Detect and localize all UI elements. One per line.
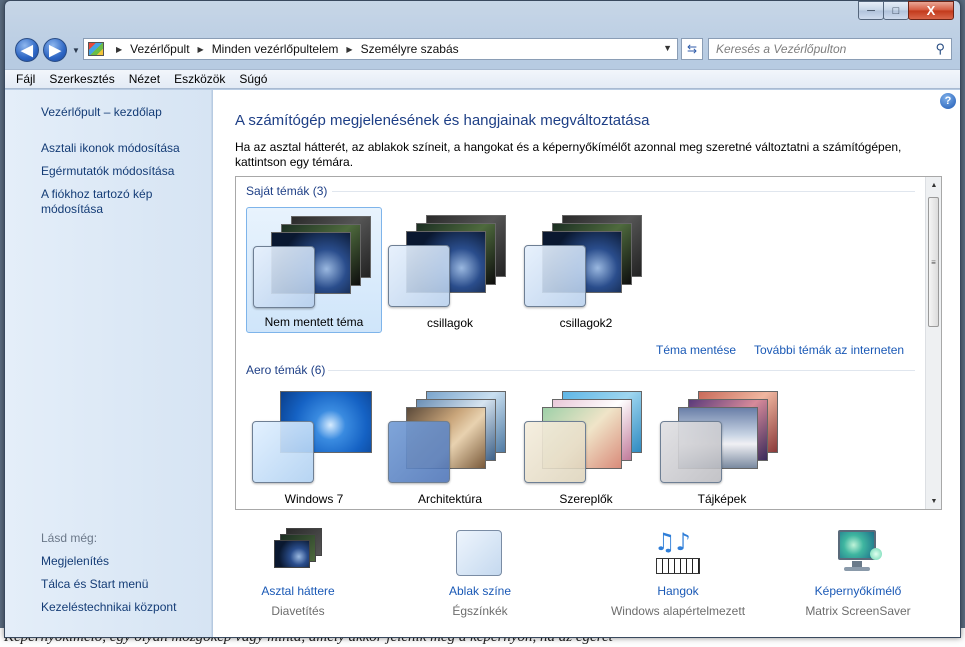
theme-label: Szereplők [559,492,613,506]
breadcrumb-control-panel[interactable]: Vezérlőpult [130,42,189,56]
theme-windows-7[interactable]: Windows 7 [246,383,382,509]
minimize-button[interactable]: ─ [858,1,884,20]
menu-edit[interactable]: Szerkesztés [49,72,114,86]
desktop-background-value: Diavetítés [271,604,325,618]
theme-list-scrollbar[interactable]: ▲ ≡ ▼ [925,177,941,509]
search-placeholder: Keresés a Vezérlőpulton [716,42,847,56]
address-bar[interactable]: ▶ Vezérlőpult ▶ Minden vezérlőpultelem ▶… [83,38,678,60]
sidebar-mouse-pointers-link[interactable]: Egérmutatók módosítása [41,164,174,179]
sidebar: Vezérlőpult – kezdőlap Asztali ikonok mó… [5,90,212,637]
desktop-background-icon[interactable] [272,528,324,576]
sidebar-desktop-icons-link[interactable]: Asztali ikonok módosítása [41,141,180,156]
control-panel-icon [88,42,104,56]
window-color-swatch [524,245,586,307]
page-description: Ha az asztal hátterét, az ablakok színei… [235,140,902,169]
sounds-setting[interactable]: ♫♪ Hangok Windows alapértelmezett [603,528,753,618]
sidebar-account-picture-link[interactable]: A fiókhoz tartozó kép módosítása [41,187,181,217]
more-themes-online-link[interactable]: További témák az interneten [754,343,904,357]
screensaver-value: Matrix ScreenSaver [805,604,911,618]
refresh-icon[interactable]: ⇆ [681,38,703,60]
screensaver-link[interactable]: Képernyőkímélő [783,584,933,598]
chevron-right-icon[interactable]: ▶ [346,45,352,54]
chevron-right-icon[interactable]: ▶ [198,45,204,54]
screensaver-icon[interactable] [832,528,884,576]
aero-themes-header: Aero témák (6) [246,363,326,377]
theme-label: Tájképek [697,492,747,506]
scroll-up-icon[interactable]: ▲ [926,177,941,193]
desktop-background-link[interactable]: Asztal háttere [223,584,373,598]
desktop-background-setting[interactable]: Asztal háttere Diavetítés [223,528,373,618]
search-input[interactable]: Keresés a Vezérlőpulton ⚲ [708,38,952,60]
sidebar-taskbar-link[interactable]: Tálca és Start menü [41,577,148,592]
close-button[interactable]: X [908,1,954,20]
menu-file[interactable]: Fájl [16,72,35,86]
group-divider [328,370,915,371]
scroll-down-icon[interactable]: ▼ [926,493,941,509]
menu-help[interactable]: Súgó [239,72,267,86]
help-icon[interactable]: ? [940,93,956,109]
breadcrumb-all-items[interactable]: Minden vezérlőpultelem [212,42,339,56]
theme-label: csillagok [426,316,474,330]
theme-unsaved[interactable]: Nem mentett téma [246,207,382,333]
window-color-icon[interactable] [454,528,506,576]
theme-landscapes[interactable]: Tájképek [654,383,790,509]
maximize-button[interactable]: □ [883,1,909,20]
see-also-label: Lásd még: [41,531,98,545]
search-icon[interactable]: ⚲ [935,41,945,57]
theme-label: Nem mentett téma [264,315,364,329]
sidebar-ease-of-access-link[interactable]: Kezeléstechnikai központ [41,600,176,615]
sounds-value: Windows alapértelmezett [610,604,746,618]
screensaver-setting[interactable]: Képernyőkímélő Matrix ScreenSaver [783,528,933,618]
theme-label: Architektúra [417,492,483,506]
window-color-swatch [388,245,450,307]
theme-csillagok2[interactable]: csillagok2 [518,207,654,333]
window-controls: ─ □ X [858,1,954,20]
theme-label: Windows 7 [284,492,344,506]
save-theme-link[interactable]: Téma mentése [656,343,736,357]
theme-architecture[interactable]: Architektúra [382,383,518,509]
window-color-link[interactable]: Ablak színe [405,584,555,598]
scroll-thumb[interactable]: ≡ [928,197,939,327]
theme-list: Saját témák (3) Nem mentett téma csillag… [235,176,942,510]
window-color-value: Égszínkék [452,604,508,618]
window-color-swatch [660,421,722,483]
window-color-setting[interactable]: Ablak színe Égszínkék [405,528,555,618]
window-color-swatch [524,421,586,483]
menu-view[interactable]: Nézet [129,72,160,86]
sounds-link[interactable]: Hangok [603,584,753,598]
window-color-swatch [252,421,314,483]
sidebar-display-link[interactable]: Megjelenítés [41,554,109,569]
group-divider [332,191,915,192]
sidebar-home-link[interactable]: Vezérlőpult – kezdőlap [41,105,162,120]
page-title: A számítógép megjelenésének és hangjaina… [235,112,650,129]
forward-arrow-icon[interactable]: ▶ [43,38,67,62]
window-color-swatch [253,246,315,308]
window-color-swatch [388,421,450,483]
theme-label: csillagok2 [559,316,613,330]
menu-bar: Fájl Szerkesztés Nézet Eszközök Súgó [5,69,960,89]
chevron-right-icon[interactable]: ▶ [116,45,122,54]
theme-characters[interactable]: Szereplők [518,383,654,509]
control-panel-window: ─ □ X ◀ ▶ ▼ ▶ Vezérlőpult ▶ Minden vezér… [4,0,961,638]
menu-tools[interactable]: Eszközök [174,72,225,86]
address-dropdown-icon[interactable]: ▼ [663,43,672,53]
back-arrow-icon[interactable]: ◀ [15,38,39,62]
theme-csillagok[interactable]: csillagok [382,207,518,333]
recent-pages-dropdown-icon[interactable]: ▼ [72,46,80,55]
breadcrumb-personalization[interactable]: Személyre szabás [361,42,459,56]
sounds-icon[interactable]: ♫♪ [652,528,704,576]
navigation-bar: ◀ ▶ ▼ ▶ Vezérlőpult ▶ Minden vezérlőpult… [5,27,960,69]
main-content: ? A számítógép megjelenésének és hangjai… [213,90,960,637]
my-themes-header: Saját témák (3) [246,184,328,198]
